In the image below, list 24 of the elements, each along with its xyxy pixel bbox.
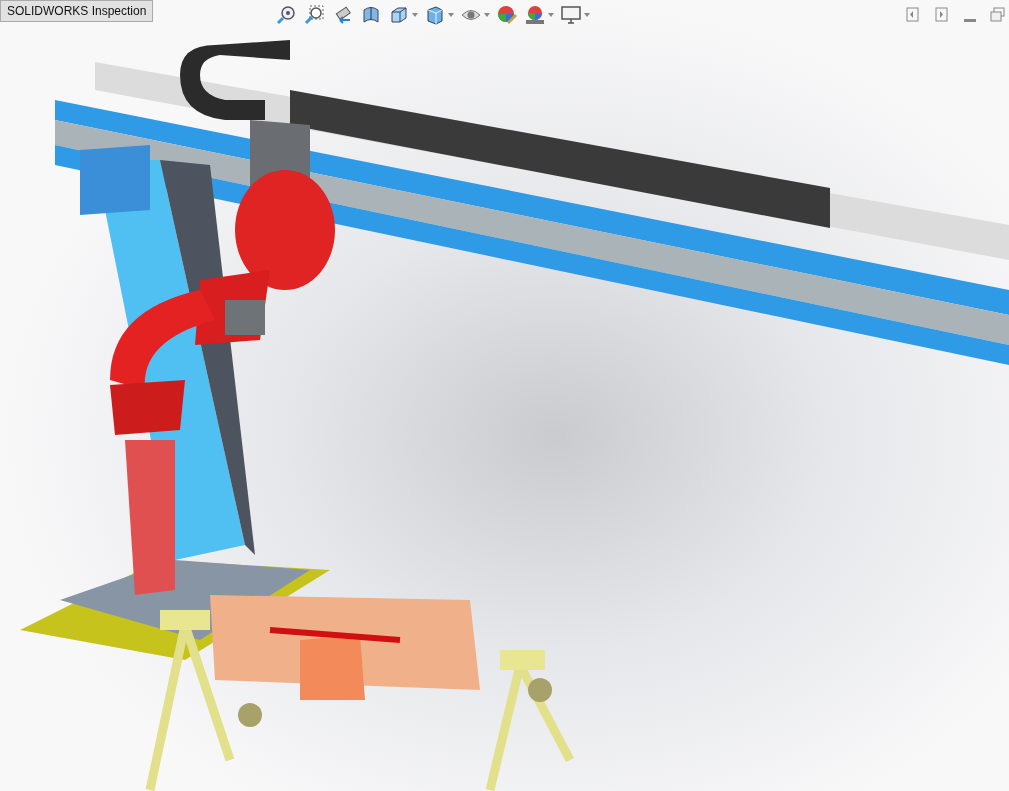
view-tool-button[interactable] [424, 4, 454, 26]
shaded-cube-icon [424, 4, 446, 26]
panel-left-button[interactable] [906, 7, 921, 22]
monitor-icon [560, 4, 582, 26]
zoom-area-icon [304, 4, 326, 26]
restore-icon [990, 7, 1005, 22]
panel-right-icon [935, 7, 950, 22]
restore-button[interactable] [990, 7, 1005, 22]
view-tool-button[interactable] [560, 4, 590, 26]
color-sphere-icon [496, 4, 518, 26]
minimize-icon [964, 19, 976, 22]
zoom-fit-icon [276, 4, 298, 26]
section-view-icon [360, 4, 382, 26]
scene-icon [524, 4, 546, 26]
view-tool-button[interactable] [304, 4, 326, 26]
view-tool-button[interactable] [360, 4, 382, 26]
view-tool-button[interactable] [388, 4, 418, 26]
view-tool-button[interactable] [276, 4, 298, 26]
view-tool-button[interactable] [496, 4, 518, 26]
view-tool-button[interactable] [524, 4, 554, 26]
panel-left-icon [906, 7, 921, 22]
panel-right-button[interactable] [935, 7, 950, 22]
document-tab[interactable]: SOLIDWORKS Inspection [0, 0, 154, 22]
cube-icon [388, 4, 410, 26]
